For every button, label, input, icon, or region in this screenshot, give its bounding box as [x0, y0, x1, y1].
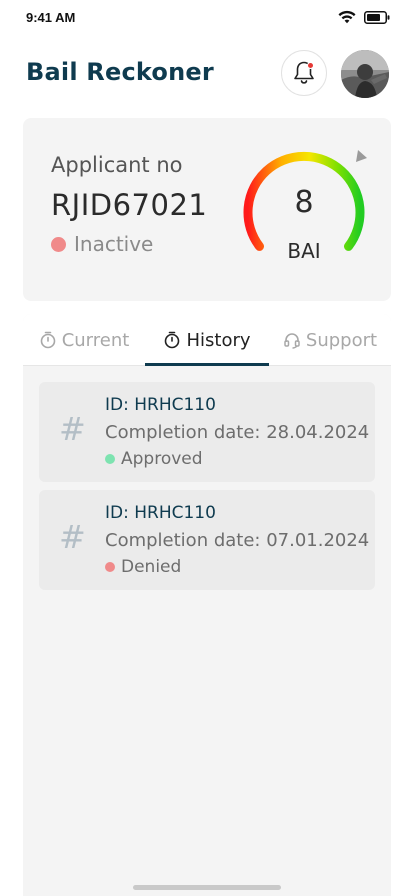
hash-icon: #	[59, 518, 86, 556]
app-header: Bail Reckoner	[0, 50, 414, 100]
bai-gauge: 8 BAI	[234, 142, 374, 282]
notification-badge-dot	[307, 62, 314, 69]
user-avatar[interactable]	[341, 50, 389, 98]
app-title: Bail Reckoner	[26, 58, 214, 86]
status-icons	[338, 10, 390, 24]
history-item-status: Approved	[105, 449, 203, 469]
tab-current-label: Current	[61, 329, 130, 351]
status-dot	[105, 562, 115, 572]
home-indicator	[133, 885, 281, 890]
battery-icon	[364, 10, 390, 24]
history-item[interactable]: # ID: HRHC110 Completion date: 28.04.202…	[39, 382, 375, 482]
tab-history[interactable]: History	[145, 314, 269, 366]
history-item-status-text: Approved	[121, 449, 203, 469]
tab-history-label: History	[186, 329, 251, 351]
status-dot	[51, 236, 66, 252]
wifi-icon	[338, 10, 356, 24]
hash-icon: #	[59, 410, 86, 448]
applicant-card: Applicant no RJID67021 Inactive 8 BAI	[23, 118, 391, 301]
history-item-status: Denied	[105, 557, 181, 577]
applicant-status: Inactive	[51, 232, 153, 256]
gauge-pointer	[356, 150, 367, 162]
history-item[interactable]: # ID: HRHC110 Completion date: 07.01.202…	[39, 490, 375, 590]
tab-bar: Current History Support	[23, 314, 391, 366]
gauge-label: BAI	[287, 239, 321, 263]
history-item-status-text: Denied	[121, 557, 182, 577]
gauge-value: 8	[294, 185, 314, 220]
applicant-label: Applicant no	[51, 153, 183, 177]
tab-support[interactable]: Support	[269, 314, 391, 366]
applicant-id: RJID67021	[51, 188, 208, 222]
history-item-id: ID: HRHC110	[105, 503, 216, 523]
tab-current[interactable]: Current	[23, 314, 145, 366]
history-item-date: Completion date: 28.04.2024	[105, 422, 370, 443]
status-text: Inactive	[74, 232, 154, 256]
history-item-id: ID: HRHC110	[105, 395, 216, 415]
avatar-photo	[341, 50, 389, 98]
stopwatch-icon	[40, 331, 55, 349]
tab-support-label: Support	[305, 329, 378, 351]
notifications-button[interactable]	[281, 50, 327, 96]
history-panel: Current History Support # ID: HRHC110 Co…	[23, 314, 391, 896]
status-bar: 9:41 AM	[0, 0, 414, 40]
stopwatch-icon	[165, 331, 180, 349]
status-time: 9:41 AM	[26, 10, 76, 25]
history-item-date: Completion date: 07.01.2024	[105, 530, 370, 551]
headset-icon	[284, 333, 300, 349]
active-tab-indicator	[145, 363, 269, 366]
status-dot	[105, 454, 115, 464]
